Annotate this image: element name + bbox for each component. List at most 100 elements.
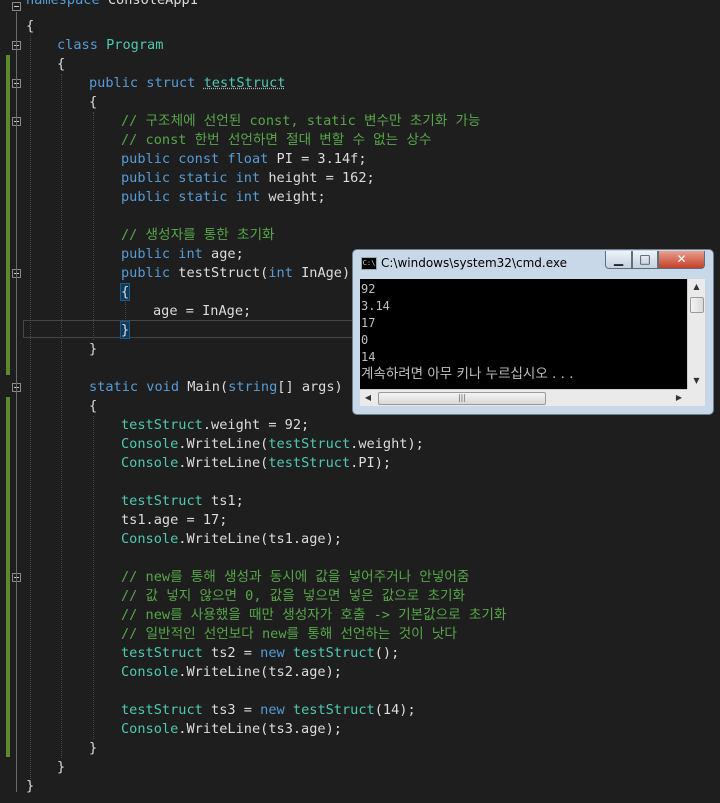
change-marker-bar: [6, 55, 10, 375]
code-line[interactable]: {: [57, 55, 65, 74]
code-token: static: [178, 170, 228, 186]
vertical-scroll-thumb[interactable]: [690, 297, 704, 313]
code-line[interactable]: testStruct.weight = 92;: [121, 416, 309, 435]
code-line[interactable]: }: [89, 739, 97, 758]
code-token: {: [57, 56, 66, 72]
code-line[interactable]: testStruct ts2 = new testStruct();: [121, 644, 399, 663]
code-line[interactable]: age = InAge;: [153, 302, 251, 321]
code-line[interactable]: Console.WriteLine(ts2.age);: [121, 663, 342, 682]
code-token: {: [26, 18, 35, 34]
code-line[interactable]: public testStruct(int InAge): [121, 264, 350, 283]
indent-guide: [61, 74, 62, 758]
output-line: 3.14: [361, 299, 390, 313]
code-line[interactable]: {: [89, 397, 97, 416]
minimize-button[interactable]: ▁: [605, 251, 632, 269]
code-line[interactable]: testStruct ts1;: [121, 492, 244, 511]
code-line[interactable]: }: [26, 777, 34, 796]
code-token: {: [119, 283, 131, 301]
indent-guide: [93, 416, 94, 739]
code-line[interactable]: static void Main(string[] args): [89, 378, 343, 397]
code-line[interactable]: class Program: [57, 36, 163, 55]
code-line[interactable]: // 값 넣지 않으면 0, 값을 넣으면 넣은 값으로 초기화: [121, 587, 465, 606]
code-line[interactable]: // new를 통해 생성과 동시에 값을 넣어주거나 안넣어줌: [121, 568, 469, 587]
change-marker-bar: [6, 397, 10, 757]
code-line[interactable]: Console.WriteLine(ts3.age);: [121, 720, 342, 739]
code-token: {: [89, 398, 98, 414]
code-token: int: [178, 246, 203, 262]
code-token: int: [235, 189, 261, 205]
code-comment: // 일반적인 선언보다 new를 통해 선언하는 것이 낫다: [121, 626, 457, 642]
code-line[interactable]: {: [89, 93, 97, 112]
scrollbar-corner: [687, 389, 705, 406]
code-line[interactable]: // 구조체에 선언된 const, static 변수만 초기화 가능: [121, 112, 480, 131]
vertical-scrollbar[interactable]: ▲ ▼: [687, 279, 705, 389]
code-token: testStruct(: [170, 265, 269, 281]
code-line[interactable]: public static int height = 162;: [121, 169, 375, 188]
maximize-button[interactable]: □: [632, 251, 658, 269]
code-token: [] args): [277, 379, 343, 395]
code-line[interactable]: // 일반적인 선언보다 new를 통해 선언하는 것이 낫다: [121, 625, 457, 644]
code-token: }: [26, 778, 35, 794]
console-title-bar[interactable]: C:\ C:\windows\system32\cmd.exe ▁ □ ✕: [353, 250, 713, 276]
code-line[interactable]: // new를 사용했을 때만 생성자가 호출 -> 기본값으로 초기화: [121, 606, 506, 625]
scroll-right-arrow-icon[interactable]: ▶: [671, 390, 687, 406]
console-output-area[interactable]: 92 3.14 17 0 14 계속하려면 아무 키나 누르십시오 . . .: [360, 279, 687, 389]
scroll-down-arrow-icon[interactable]: ▼: [688, 373, 705, 389]
code-token: testStruct: [268, 455, 351, 471]
fold-line: [16, 12, 17, 792]
code-token: public: [121, 170, 171, 186]
code-line[interactable]: {: [26, 17, 34, 36]
code-token: .PI);: [350, 455, 392, 471]
code-line[interactable]: }: [119, 321, 131, 340]
console-window[interactable]: C:\ C:\windows\system32\cmd.exe ▁ □ ✕ 92…: [352, 249, 714, 415]
code-token: .WriteLine(ts3.age);: [178, 721, 342, 737]
scroll-up-arrow-icon[interactable]: ▲: [688, 279, 705, 295]
code-line[interactable]: {: [119, 283, 131, 302]
code-token: .WriteLine(: [178, 436, 269, 452]
horizontal-scroll-thumb[interactable]: |||: [378, 392, 546, 405]
code-token: .weight);: [350, 436, 424, 452]
code-comment: // 구조체에 선언된 const, static 변수만 초기화 가능: [121, 113, 481, 129]
code-line[interactable]: testStruct ts3 = new testStruct(14);: [121, 701, 416, 720]
code-line[interactable]: Console.WriteLine(testStruct.weight);: [121, 435, 424, 454]
code-token: .WriteLine(ts1.age);: [178, 531, 342, 547]
code-line[interactable]: public static int weight;: [121, 188, 326, 207]
code-line[interactable]: // 생성자를 통한 초기화: [121, 226, 274, 245]
output-line: 14: [361, 350, 376, 364]
scroll-left-arrow-icon[interactable]: ◀: [360, 390, 376, 406]
code-line[interactable]: Console.WriteLine(ts1.age);: [121, 530, 342, 549]
code-comment: // 값 넣지 않으면 0, 값을 넣으면 넣은 값으로 초기화: [121, 588, 466, 604]
fold-toggle-icon[interactable]: [12, 2, 21, 11]
code-token: .WriteLine(: [178, 455, 269, 471]
code-line[interactable]: Console.WriteLine(testStruct.PI);: [121, 454, 391, 473]
code-line[interactable]: ts1.age = 17;: [121, 511, 227, 530]
code-token: weight;: [260, 189, 326, 205]
code-line[interactable]: public int age;: [121, 245, 244, 264]
code-token: public: [121, 151, 171, 167]
indent-guide: [30, 36, 31, 781]
code-token: public: [121, 265, 171, 281]
code-token: }: [119, 321, 131, 339]
output-line: 17: [361, 316, 376, 330]
code-token: testStruct: [292, 702, 375, 718]
code-line[interactable]: public const float PI = 3.14f;: [121, 150, 367, 169]
code-token: public: [121, 189, 171, 205]
code-line[interactable]: public struct testStruct: [89, 74, 285, 93]
code-line[interactable]: }: [89, 340, 97, 359]
code-comment: // new를 사용했을 때만 생성자가 호출 -> 기본값으로 초기화: [121, 607, 507, 623]
code-token: testStruct: [121, 645, 203, 661]
close-button[interactable]: ✕: [658, 251, 705, 269]
code-token: Console: [121, 436, 179, 452]
code-token: (14);: [374, 702, 416, 718]
code-token: ts3 =: [202, 702, 261, 718]
code-line[interactable]: namespace ConsoleApp1: [26, 0, 198, 10]
code-token: ts1.age = 17;: [121, 512, 228, 528]
code-line[interactable]: // const 한번 선언하면 절대 변할 수 없는 상수: [121, 131, 431, 150]
code-token: height = 162;: [260, 170, 375, 186]
horizontal-scrollbar[interactable]: ◀ ||| ▶: [360, 389, 687, 406]
code-line[interactable]: }: [57, 758, 65, 777]
